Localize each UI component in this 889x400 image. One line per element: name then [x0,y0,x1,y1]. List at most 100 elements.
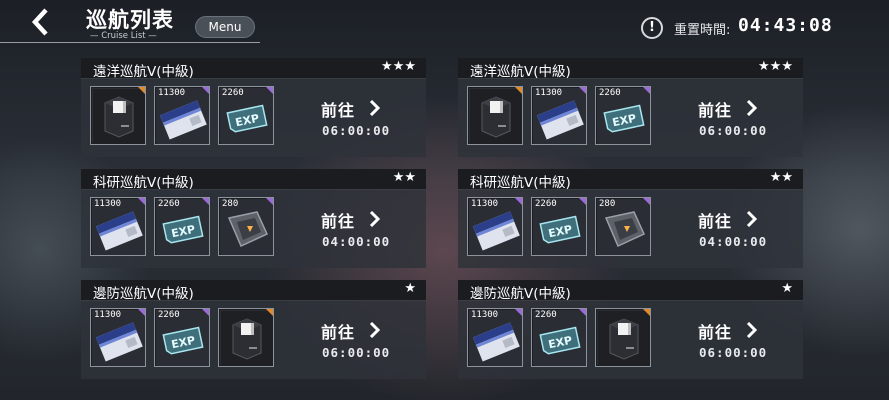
cruise-card-body: 11300 EXP 2260 前往 06:00:00 [81,301,426,379]
chevron-right-icon [369,322,381,338]
rarity-corner [202,87,209,94]
reward-quantity: 2260 [535,199,557,209]
cruise-column-left: 遠洋巡航Ⅴ(中級) ★★★ 11300 EXP 2260 前往 06:00:00 科研巡航Ⅴ… [81,58,426,391]
reward-quantity: 2260 [222,88,244,98]
cruise-card-header: 遠洋巡航Ⅴ(中級) ★★★ [458,58,803,80]
difficulty-stars: ★ [404,281,416,296]
rarity-corner [515,309,522,316]
reward-slot[interactable]: EXP 2260 [154,197,210,256]
cruise-column-right: 遠洋巡航Ⅴ(中級) ★★★ 11300 EXP 2260 前往 06:00:00 科研巡航Ⅴ… [458,58,803,391]
back-arrow-icon [31,8,48,36]
reward-slot[interactable]: EXP 2260 [595,86,651,145]
reset-time-label: 重置時間: [674,23,731,38]
go-button[interactable]: 前往 [321,319,391,342]
rarity-corner [643,309,650,316]
difficulty-stars: ★ [781,281,793,296]
title-divider [0,42,260,43]
rarity-corner [202,309,209,316]
cruise-card-header: 科研巡航Ⅴ(中級) ★★ [81,169,426,191]
cruise-card: 科研巡航Ⅴ(中級) ★★ 11300 EXP 2260 280 前往 04:00:00 [458,169,803,268]
go-label: 前往 [321,212,356,231]
rarity-corner [266,309,273,316]
header: 巡航列表 — Cruise List — Menu ! 重置時間: 04:43:… [0,0,889,50]
cruise-name: 科研巡航Ⅴ(中級) [93,175,194,191]
reward-slot[interactable]: 11300 [154,86,210,145]
page-subtitle: — Cruise List — [90,31,157,41]
go-button[interactable]: 前往 [321,208,391,231]
reward-slot[interactable] [467,86,523,145]
rarity-corner [643,198,650,205]
go-label: 前往 [321,101,356,120]
cruise-card-body: 11300 EXP 2260 前往 06:00:00 [81,79,426,157]
reward-slot[interactable]: 11300 [531,86,587,145]
rarity-corner [579,309,586,316]
reward-slot[interactable]: 11300 [467,308,523,367]
cruise-card-header: 邊防巡航Ⅴ(中級) ★ [458,280,803,302]
go-button[interactable]: 前往 [698,97,768,120]
difficulty-stars: ★★★ [758,59,793,74]
reward-quantity: 2260 [158,310,180,320]
go-button[interactable]: 前往 [321,97,391,120]
cruise-duration: 06:00:00 [322,123,391,138]
go-label: 前往 [698,101,733,120]
cruise-name: 科研巡航Ⅴ(中級) [470,175,571,191]
reward-slot[interactable] [218,308,274,367]
difficulty-stars: ★★ [392,170,416,185]
reward-slot[interactable]: 280 [595,197,651,256]
cruise-card: 遠洋巡航Ⅴ(中級) ★★★ 11300 EXP 2260 前往 06:00:00 [458,58,803,157]
cruise-card-header: 科研巡航Ⅴ(中級) ★★ [458,169,803,191]
chevron-right-icon [746,100,758,116]
supply-box-icon [221,311,273,366]
reward-slot[interactable]: EXP 2260 [154,308,210,367]
rarity-corner [138,309,145,316]
supply-box-icon [470,89,522,144]
reward-quantity: 11300 [535,88,563,98]
info-icon[interactable]: ! [641,17,663,39]
reward-slot[interactable]: EXP 2260 [218,86,274,145]
cruise-card-header: 邊防巡航Ⅴ(中級) ★ [81,280,426,302]
go-button[interactable]: 前往 [698,319,768,342]
cruise-name: 邊防巡航Ⅴ(中級) [93,286,194,302]
reward-slot[interactable] [595,308,651,367]
chevron-right-icon [369,211,381,227]
reward-quantity: 11300 [158,88,186,98]
difficulty-stars: ★★ [769,170,793,185]
reward-quantity: 2260 [599,88,621,98]
cruise-card: 科研巡航Ⅴ(中級) ★★ 11300 EXP 2260 280 前往 04:00:00 [81,169,426,268]
reward-slot[interactable]: 280 [218,197,274,256]
reward-quantity: 2260 [535,310,557,320]
reward-quantity: 11300 [471,310,499,320]
back-button[interactable] [28,8,54,36]
reward-quantity: 2260 [158,199,180,209]
reward-quantity: 280 [599,199,616,209]
rarity-corner [579,198,586,205]
cruise-card: 遠洋巡航Ⅴ(中級) ★★★ 11300 EXP 2260 前往 06:00:00 [81,58,426,157]
page-title: 巡航列表 [86,8,174,32]
reward-slot[interactable]: 11300 [467,197,523,256]
reward-quantity: 280 [222,199,239,209]
cruise-card-body: 11300 EXP 2260 前往 06:00:00 [458,301,803,379]
cruise-card-body: 11300 EXP 2260 前往 06:00:00 [458,79,803,157]
reward-slot[interactable] [90,86,146,145]
reward-quantity: 11300 [94,199,122,209]
reward-slot[interactable]: 11300 [90,197,146,256]
cruise-card: 邊防巡航Ⅴ(中級) ★ 11300 EXP 2260 前往 06:00:00 [458,280,803,379]
reward-slot[interactable]: EXP 2260 [531,197,587,256]
menu-button[interactable]: Menu [195,16,255,38]
rarity-corner [202,198,209,205]
cruise-name: 遠洋巡航Ⅴ(中級) [470,64,571,80]
difficulty-stars: ★★★ [381,59,416,74]
rarity-corner [643,87,650,94]
go-label: 前往 [698,323,733,342]
cruise-duration: 06:00:00 [699,345,768,360]
reset-time-value: 04:43:08 [738,15,833,36]
cruise-duration: 06:00:00 [699,123,768,138]
reward-slot[interactable]: EXP 2260 [531,308,587,367]
cruise-duration: 04:00:00 [699,234,768,249]
go-button[interactable]: 前往 [698,208,768,231]
cruise-card-header: 遠洋巡航Ⅴ(中級) ★★★ [81,58,426,80]
cruise-duration: 04:00:00 [322,234,391,249]
cruise-name: 遠洋巡航Ⅴ(中級) [93,64,194,80]
chevron-right-icon [746,322,758,338]
reward-slot[interactable]: 11300 [90,308,146,367]
